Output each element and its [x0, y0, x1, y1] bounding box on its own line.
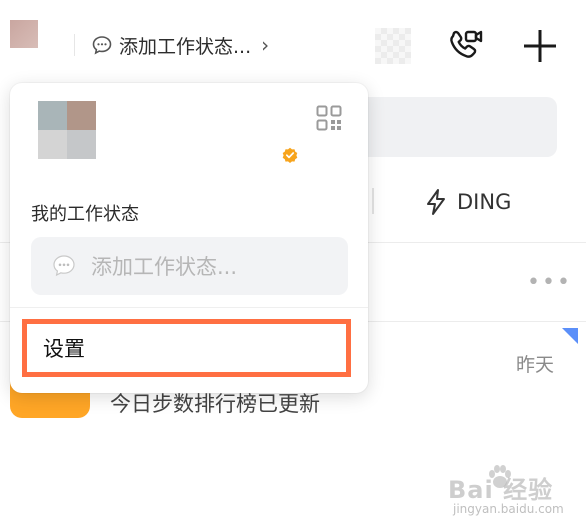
qr-code-button[interactable]	[316, 105, 342, 131]
app-screen: 添加工作状态... › DING ••• 昨天 今日步数排行榜已更新 我的工作状…	[0, 0, 586, 531]
tab-divider	[372, 188, 374, 214]
chat-bubble-icon	[53, 255, 75, 277]
work-status-text: 添加工作状态...	[119, 35, 252, 58]
verified-badge	[282, 147, 298, 163]
verified-badge-icon	[282, 147, 298, 163]
profile-popover: 我的工作状态 添加工作状态... 设置	[10, 83, 368, 393]
topbar-divider	[74, 34, 75, 56]
settings-menu-item[interactable]: 设置	[22, 319, 351, 377]
add-button[interactable]	[520, 26, 560, 66]
message-time: 昨天	[516, 354, 555, 376]
tab-ding[interactable]: DING	[425, 186, 511, 218]
work-status-heading: 我的工作状态	[31, 204, 139, 225]
search-bar[interactable]	[348, 97, 557, 157]
lightning-icon	[427, 189, 445, 215]
paw-icon	[489, 465, 511, 488]
more-icon[interactable]: •••	[527, 270, 572, 295]
avatar[interactable]	[38, 101, 96, 159]
video-call-button[interactable]	[446, 26, 486, 66]
settings-label: 设置	[43, 337, 85, 361]
plus-icon	[524, 30, 556, 62]
chat-bubble-icon	[92, 36, 112, 55]
blurred-thumbnail[interactable]	[375, 28, 411, 64]
avatar[interactable]	[10, 20, 38, 48]
chevron-right-icon: ›	[261, 33, 270, 57]
tab-ding-label: DING	[457, 190, 512, 214]
video-call-icon	[450, 30, 483, 58]
work-status-input[interactable]: 添加工作状态...	[31, 237, 348, 295]
unread-corner-mark	[562, 328, 578, 344]
qr-code-icon	[316, 105, 342, 131]
work-status-placeholder: 添加工作状态...	[91, 255, 238, 279]
watermark-url: jingyan.baidu.com	[453, 502, 564, 516]
divider	[10, 307, 368, 308]
work-status-link[interactable]: 添加工作状态... ›	[74, 30, 269, 60]
